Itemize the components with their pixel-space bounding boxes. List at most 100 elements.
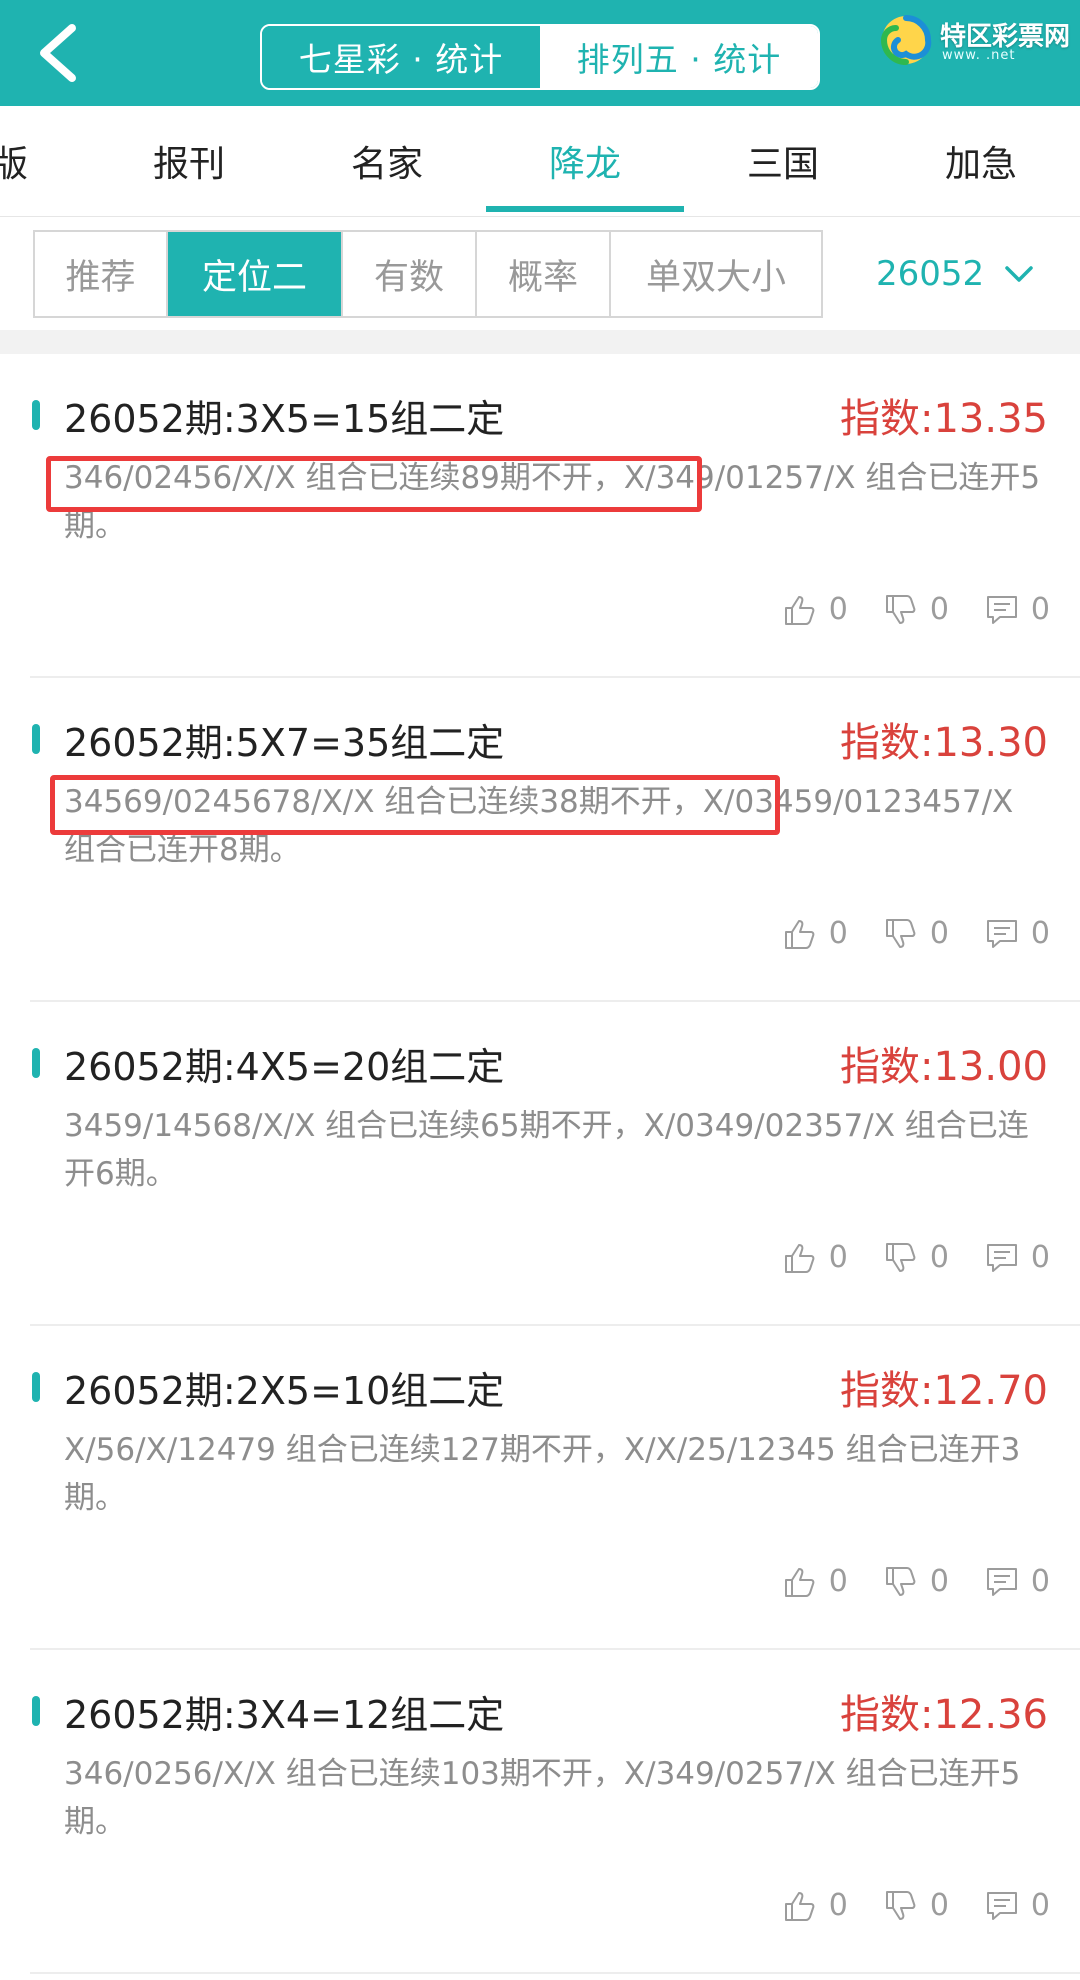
like-button[interactable]: 0 xyxy=(783,1240,848,1275)
card-actions: 0 0 0 xyxy=(747,1564,1050,1599)
card-accent-bar xyxy=(32,1696,40,1726)
comment-button[interactable]: 0 xyxy=(985,916,1050,951)
comment-icon xyxy=(986,919,1017,948)
card-title: 26052期:4X5=20组二定 xyxy=(64,1045,505,1089)
like-button[interactable]: 0 xyxy=(783,1564,848,1599)
swirl-logo-icon xyxy=(880,15,932,65)
like-count: 0 xyxy=(828,1240,848,1275)
comment-count: 0 xyxy=(1030,1888,1050,1923)
prediction-card[interactable]: 26052期:2X5=10组二定 指数:12.70 X/56/X/12479 组… xyxy=(0,1326,1080,1650)
subtab-youshu[interactable]: 有数 xyxy=(343,232,477,316)
comment-count: 0 xyxy=(1030,916,1050,951)
dislike-button[interactable]: 0 xyxy=(884,916,949,951)
subtab-tuijian[interactable]: 推荐 xyxy=(35,232,168,316)
card-actions: 0 0 0 xyxy=(747,916,1050,951)
tab-sanguo[interactable]: 三国 xyxy=(684,106,882,216)
active-tab-indicator xyxy=(486,206,684,212)
comment-count: 0 xyxy=(1030,592,1050,627)
thumbs-up-icon xyxy=(784,1243,815,1273)
comment-button[interactable]: 0 xyxy=(985,592,1050,627)
prediction-card[interactable]: 26052期:4X5=20组二定 指数:13.00 3459/14568/X/X… xyxy=(0,1002,1080,1326)
card-description: 346/0256/X/X 组合已连续103期不开，X/349/0257/X 组合… xyxy=(64,1756,1021,1840)
dislike-count: 0 xyxy=(929,1240,949,1275)
comment-button[interactable]: 0 xyxy=(985,1888,1050,1923)
segment-qixingcai[interactable]: 七星彩 · 统计 xyxy=(262,26,540,88)
card-accent-bar xyxy=(32,400,40,430)
subtab-danshuang-daxiao[interactable]: 单双大小 xyxy=(611,232,821,316)
comment-count: 0 xyxy=(1030,1564,1050,1599)
issue-number: 26052 xyxy=(876,254,985,294)
prediction-card[interactable]: 26052期:5X7=35组二定 指数:13.30 34569/0245678/… xyxy=(0,678,1080,1002)
prediction-card[interactable]: 26052期:3X4=12组二定 指数:12.36 346/0256/X/X 组… xyxy=(0,1650,1080,1974)
thumbs-down-icon xyxy=(885,594,916,624)
segment-pailiewu[interactable]: 排列五 · 统计 xyxy=(540,26,818,88)
card-index: 指数:13.30 xyxy=(840,720,1048,766)
card-accent-bar xyxy=(32,1372,40,1402)
card-actions: 0 0 0 xyxy=(747,592,1050,627)
dislike-count: 0 xyxy=(929,916,949,951)
like-count: 0 xyxy=(828,916,848,951)
card-divider xyxy=(30,1972,1080,1974)
card-title: 26052期:5X7=35组二定 xyxy=(64,721,505,765)
card-title: 26052期:3X5=15组二定 xyxy=(64,397,505,441)
like-count: 0 xyxy=(828,592,848,627)
card-title: 26052期:3X4=12组二定 xyxy=(64,1693,505,1737)
card-index: 指数:12.70 xyxy=(840,1368,1048,1414)
card-accent-bar xyxy=(32,724,40,754)
card-index: 指数:12.36 xyxy=(840,1692,1048,1738)
thumbs-down-icon xyxy=(885,918,916,948)
tab-jiaji[interactable]: 加急 xyxy=(882,106,1080,216)
card-actions: 0 0 0 xyxy=(747,1888,1050,1923)
highlight-box xyxy=(50,775,780,835)
dislike-button[interactable]: 0 xyxy=(884,1888,949,1923)
top-bar: 七星彩 · 统计 排列五 · 统计 特区彩票网 www. .net xyxy=(0,0,1080,106)
logo-url: www. .net xyxy=(942,48,1016,63)
tab-ban[interactable]: 版 xyxy=(0,106,40,216)
thumbs-down-icon xyxy=(885,1242,916,1272)
site-logo: 特区彩票网 www. .net xyxy=(878,10,1078,70)
like-count: 0 xyxy=(828,1564,848,1599)
thumbs-up-icon xyxy=(784,1891,815,1921)
card-title: 26052期:2X5=10组二定 xyxy=(64,1369,505,1413)
like-count: 0 xyxy=(828,1888,848,1923)
comment-button[interactable]: 0 xyxy=(985,1240,1050,1275)
dislike-count: 0 xyxy=(929,1888,949,1923)
tab-mingjia[interactable]: 名家 xyxy=(288,106,486,216)
prediction-card[interactable]: 26052期:3X5=15组二定 指数:13.35 346/02456/X/X … xyxy=(0,354,1080,678)
comment-icon xyxy=(986,1567,1017,1596)
thumbs-up-icon xyxy=(784,595,815,625)
category-tabs: 版 报刊 名家 降龙 三国 加急 xyxy=(0,106,1080,217)
card-description: X/56/X/12479 组合已连续127期不开，X/X/25/12345 组合… xyxy=(64,1432,1021,1516)
comment-count: 0 xyxy=(1030,1240,1050,1275)
chevron-left-icon xyxy=(40,24,76,82)
comment-icon xyxy=(986,1891,1017,1920)
chevron-down-icon xyxy=(1005,266,1033,282)
section-gap xyxy=(0,330,1080,354)
card-description: 3459/14568/X/X 组合已连续65期不开，X/0349/02357/X… xyxy=(64,1108,1029,1192)
thumbs-up-icon xyxy=(784,919,815,949)
comment-icon xyxy=(986,595,1017,624)
comment-icon xyxy=(986,1243,1017,1272)
dislike-button[interactable]: 0 xyxy=(884,1564,949,1599)
dislike-count: 0 xyxy=(929,1564,949,1599)
issue-selector[interactable]: 26052 xyxy=(876,234,1034,314)
sub-tabs: 推荐 定位二 有数 概率 单双大小 xyxy=(33,230,823,318)
tab-baokan[interactable]: 报刊 xyxy=(90,106,288,216)
card-accent-bar xyxy=(32,1048,40,1078)
tab-jianglong[interactable]: 降龙 xyxy=(486,106,684,216)
dislike-button[interactable]: 0 xyxy=(884,592,949,627)
dislike-count: 0 xyxy=(929,592,949,627)
thumbs-down-icon xyxy=(885,1890,916,1920)
like-button[interactable]: 0 xyxy=(783,592,848,627)
thumbs-up-icon xyxy=(784,1567,815,1597)
subtab-dingwei-er[interactable]: 定位二 xyxy=(168,232,343,316)
comment-button[interactable]: 0 xyxy=(985,1564,1050,1599)
like-button[interactable]: 0 xyxy=(783,1888,848,1923)
thumbs-down-icon xyxy=(885,1566,916,1596)
dislike-button[interactable]: 0 xyxy=(884,1240,949,1275)
card-index: 指数:13.00 xyxy=(840,1044,1048,1090)
subtab-gailv[interactable]: 概率 xyxy=(477,232,611,316)
card-index: 指数:13.35 xyxy=(840,396,1048,442)
like-button[interactable]: 0 xyxy=(783,916,848,951)
back-button[interactable] xyxy=(30,22,90,84)
